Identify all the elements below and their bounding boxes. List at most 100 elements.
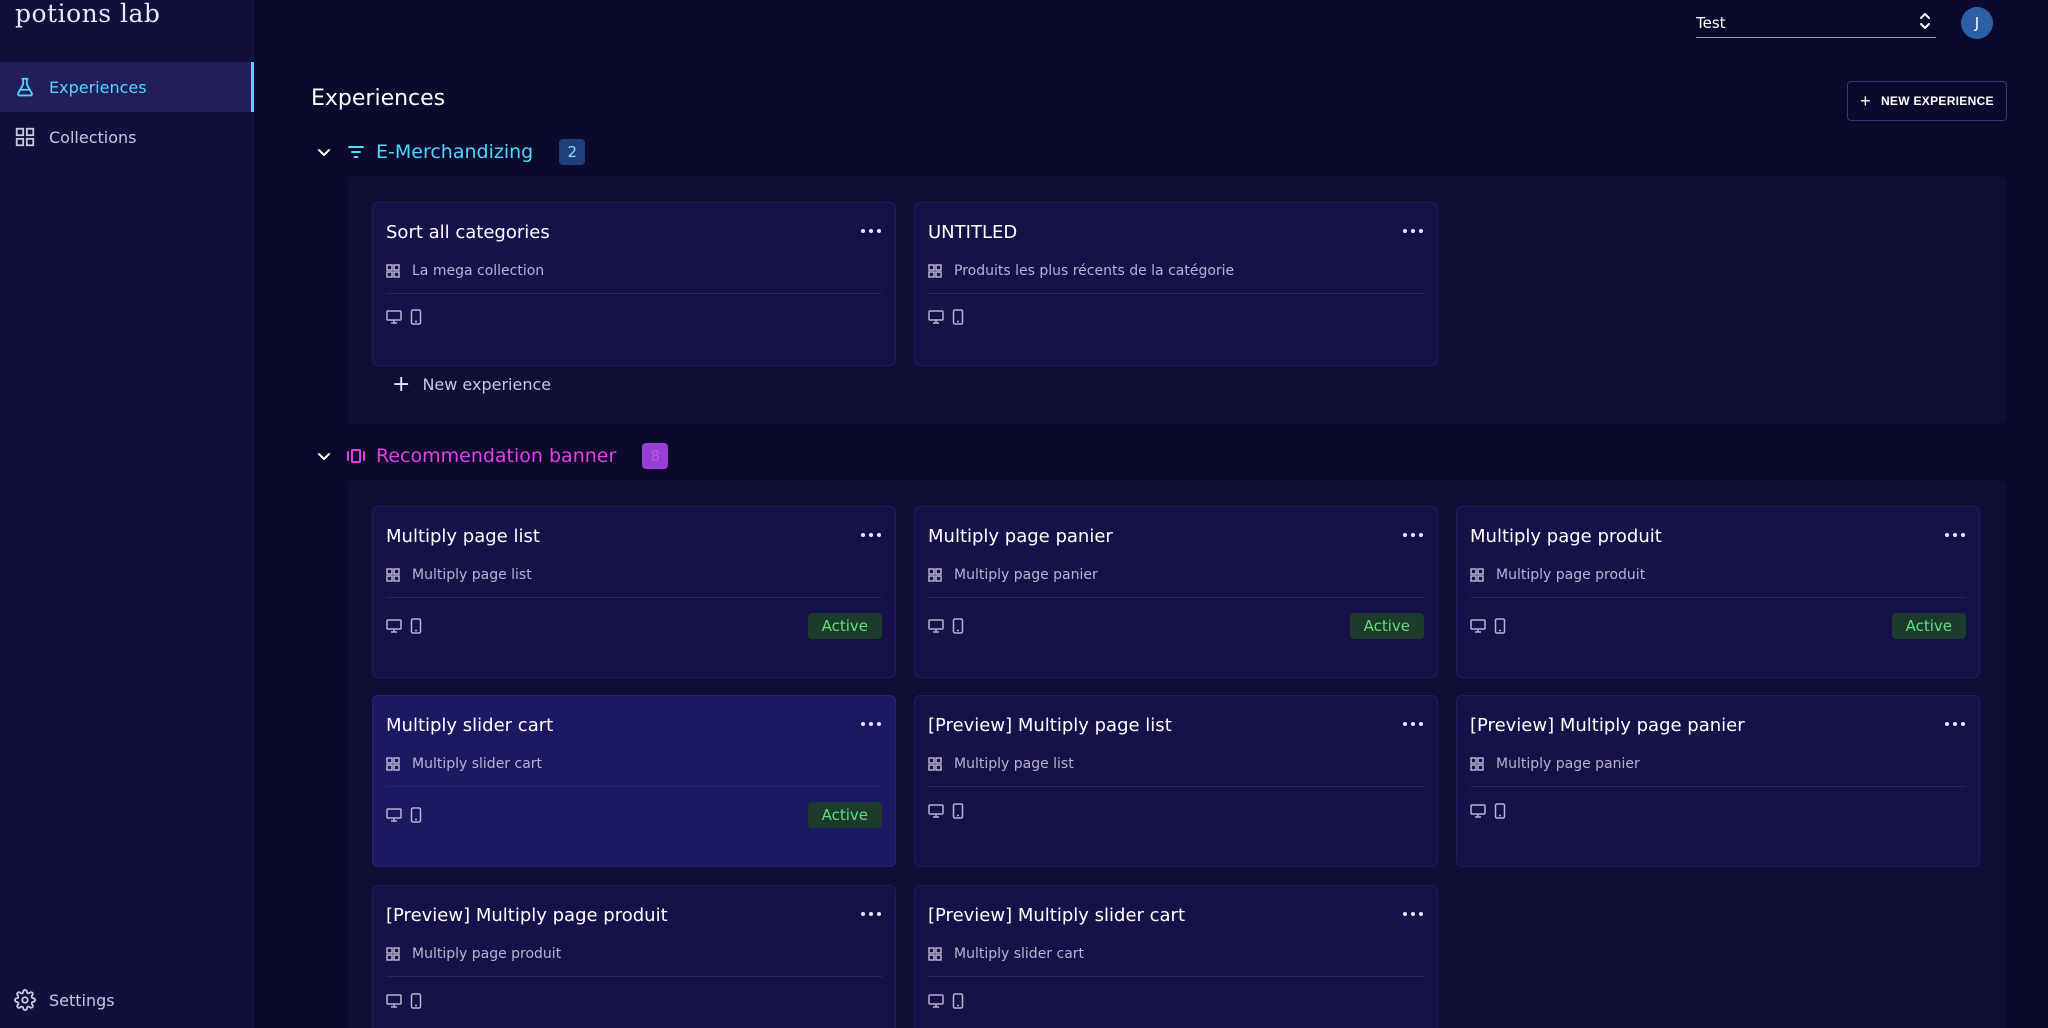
card-collection-label: La mega collection	[412, 263, 545, 279]
grid-icon	[928, 757, 942, 771]
status-badge: Active	[807, 802, 882, 828]
desktop-icon	[928, 994, 944, 1008]
more-horizontal-icon[interactable]	[861, 225, 881, 237]
more-horizontal-icon[interactable]	[1945, 718, 1965, 730]
device-list	[928, 993, 972, 1009]
card-title: [Preview] Multiply page panier	[1470, 715, 1745, 736]
carousel-icon	[346, 446, 366, 466]
desktop-icon	[928, 804, 944, 818]
card-title: [Preview] Multiply page produit	[386, 905, 668, 926]
desktop-icon	[386, 619, 402, 633]
card-collection: Produits les plus récents de la catégori…	[928, 263, 1234, 279]
workspace-select[interactable]: Test	[1696, 8, 1936, 38]
device-list	[1470, 618, 1514, 634]
grid-icon	[13, 125, 37, 149]
card-title: Multiply page list	[386, 526, 540, 547]
mobile-icon	[410, 309, 422, 325]
more-horizontal-icon[interactable]	[1403, 529, 1423, 541]
plus-icon: +	[392, 372, 411, 397]
card-collection-label: Multiply page list	[412, 567, 532, 583]
card-title: Sort all categories	[386, 222, 550, 243]
desktop-icon	[928, 310, 944, 324]
sidebar-item-settings[interactable]: Settings	[0, 975, 254, 1025]
device-list	[386, 309, 430, 325]
mobile-icon	[1494, 618, 1506, 634]
workspace-value: Test	[1696, 13, 1726, 32]
grid-icon	[1470, 568, 1484, 582]
count-badge: 8	[642, 443, 669, 469]
card-collection-label: Multiply page panier	[1496, 756, 1640, 772]
group-name: Recommendation banner	[376, 445, 617, 467]
experience-card[interactable]: UNTITLED Produits les plus récents de la…	[914, 202, 1438, 366]
device-list	[928, 803, 972, 819]
page-title: Experiences	[311, 86, 446, 111]
group-header-e-merchandizing[interactable]: E-Merchandizing 2	[316, 137, 586, 167]
more-horizontal-icon[interactable]	[1403, 908, 1423, 920]
experience-card[interactable]: [Preview] Multiply slider cart Multiply …	[914, 885, 1438, 1028]
grid-icon	[928, 568, 942, 582]
mobile-icon	[952, 309, 964, 325]
card-collection: Multiply page list	[386, 567, 532, 583]
status-badge: Active	[1891, 613, 1966, 639]
experience-card[interactable]: Multiply page panier Multiply page panie…	[914, 506, 1438, 678]
chevron-down-icon[interactable]	[316, 144, 332, 160]
experience-card[interactable]: Multiply slider cart Multiply slider car…	[372, 695, 896, 867]
sidebar: potions lab Experiences Collections Sett…	[0, 0, 254, 1028]
device-list	[386, 993, 430, 1009]
experience-card[interactable]: Multiply page produit Multiply page prod…	[1456, 506, 1980, 678]
status-badge: Active	[1349, 613, 1424, 639]
chevron-down-icon[interactable]	[316, 448, 332, 464]
more-horizontal-icon[interactable]	[861, 718, 881, 730]
new-experience-button-label: NEW EXPERIENCE	[1880, 94, 1994, 108]
card-title: Multiply page panier	[928, 526, 1113, 547]
grid-icon	[386, 568, 400, 582]
more-horizontal-icon[interactable]	[861, 908, 881, 920]
experience-card[interactable]: Sort all categories La mega collection	[372, 202, 896, 366]
grid-icon	[928, 264, 942, 278]
avatar[interactable]: J	[1961, 7, 1993, 39]
device-list	[928, 618, 972, 634]
device-list	[386, 807, 430, 823]
card-collection-label: Multiply page produit	[1496, 567, 1646, 583]
grid-icon	[928, 947, 942, 961]
divider	[928, 597, 1424, 598]
experience-card[interactable]: [Preview] Multiply page list Multiply pa…	[914, 695, 1438, 867]
card-collection-label: Produits les plus récents de la catégori…	[954, 263, 1235, 279]
card-title: [Preview] Multiply slider cart	[928, 905, 1186, 926]
experience-card[interactable]: [Preview] Multiply page panier Multiply …	[1456, 695, 1980, 867]
sidebar-item-collections[interactable]: Collections	[0, 112, 254, 162]
grid-icon	[386, 264, 400, 278]
device-list	[1470, 803, 1514, 819]
divider	[1470, 597, 1966, 598]
sidebar-item-label: Experiences	[49, 77, 147, 97]
more-horizontal-icon[interactable]	[1403, 718, 1423, 730]
group-header-recommendation-banner[interactable]: Recommendation banner 8	[316, 441, 669, 471]
sidebar-item-experiences[interactable]: Experiences	[0, 62, 254, 112]
more-horizontal-icon[interactable]	[861, 529, 881, 541]
new-experience-link[interactable]: + New experience	[392, 372, 551, 397]
card-collection-label: Multiply page list	[954, 756, 1074, 772]
card-collection-label: Multiply slider cart	[412, 756, 543, 772]
more-horizontal-icon[interactable]	[1945, 529, 1965, 541]
card-collection: Multiply page list	[928, 756, 1074, 772]
desktop-icon	[386, 808, 402, 822]
desktop-icon	[928, 619, 944, 633]
flask-icon	[13, 75, 37, 99]
desktop-icon	[1470, 619, 1486, 633]
desktop-icon	[386, 310, 402, 324]
new-experience-button[interactable]: + NEW EXPERIENCE	[1847, 81, 2007, 121]
gear-icon	[13, 988, 37, 1012]
divider	[386, 976, 882, 977]
mobile-icon	[952, 993, 964, 1009]
sidebar-item-label: Collections	[49, 127, 137, 147]
divider	[928, 976, 1424, 977]
experience-card[interactable]: Multiply page list Multiply page list Ac…	[372, 506, 896, 678]
card-collection: La mega collection	[386, 263, 544, 279]
card-collection-label: Multiply page produit	[412, 946, 562, 962]
experience-card[interactable]: [Preview] Multiply page produit Multiply…	[372, 885, 896, 1028]
desktop-icon	[1470, 804, 1486, 818]
more-horizontal-icon[interactable]	[1403, 225, 1423, 237]
desktop-icon	[386, 994, 402, 1008]
divider	[928, 293, 1424, 294]
group-name: E-Merchandizing	[376, 141, 534, 163]
